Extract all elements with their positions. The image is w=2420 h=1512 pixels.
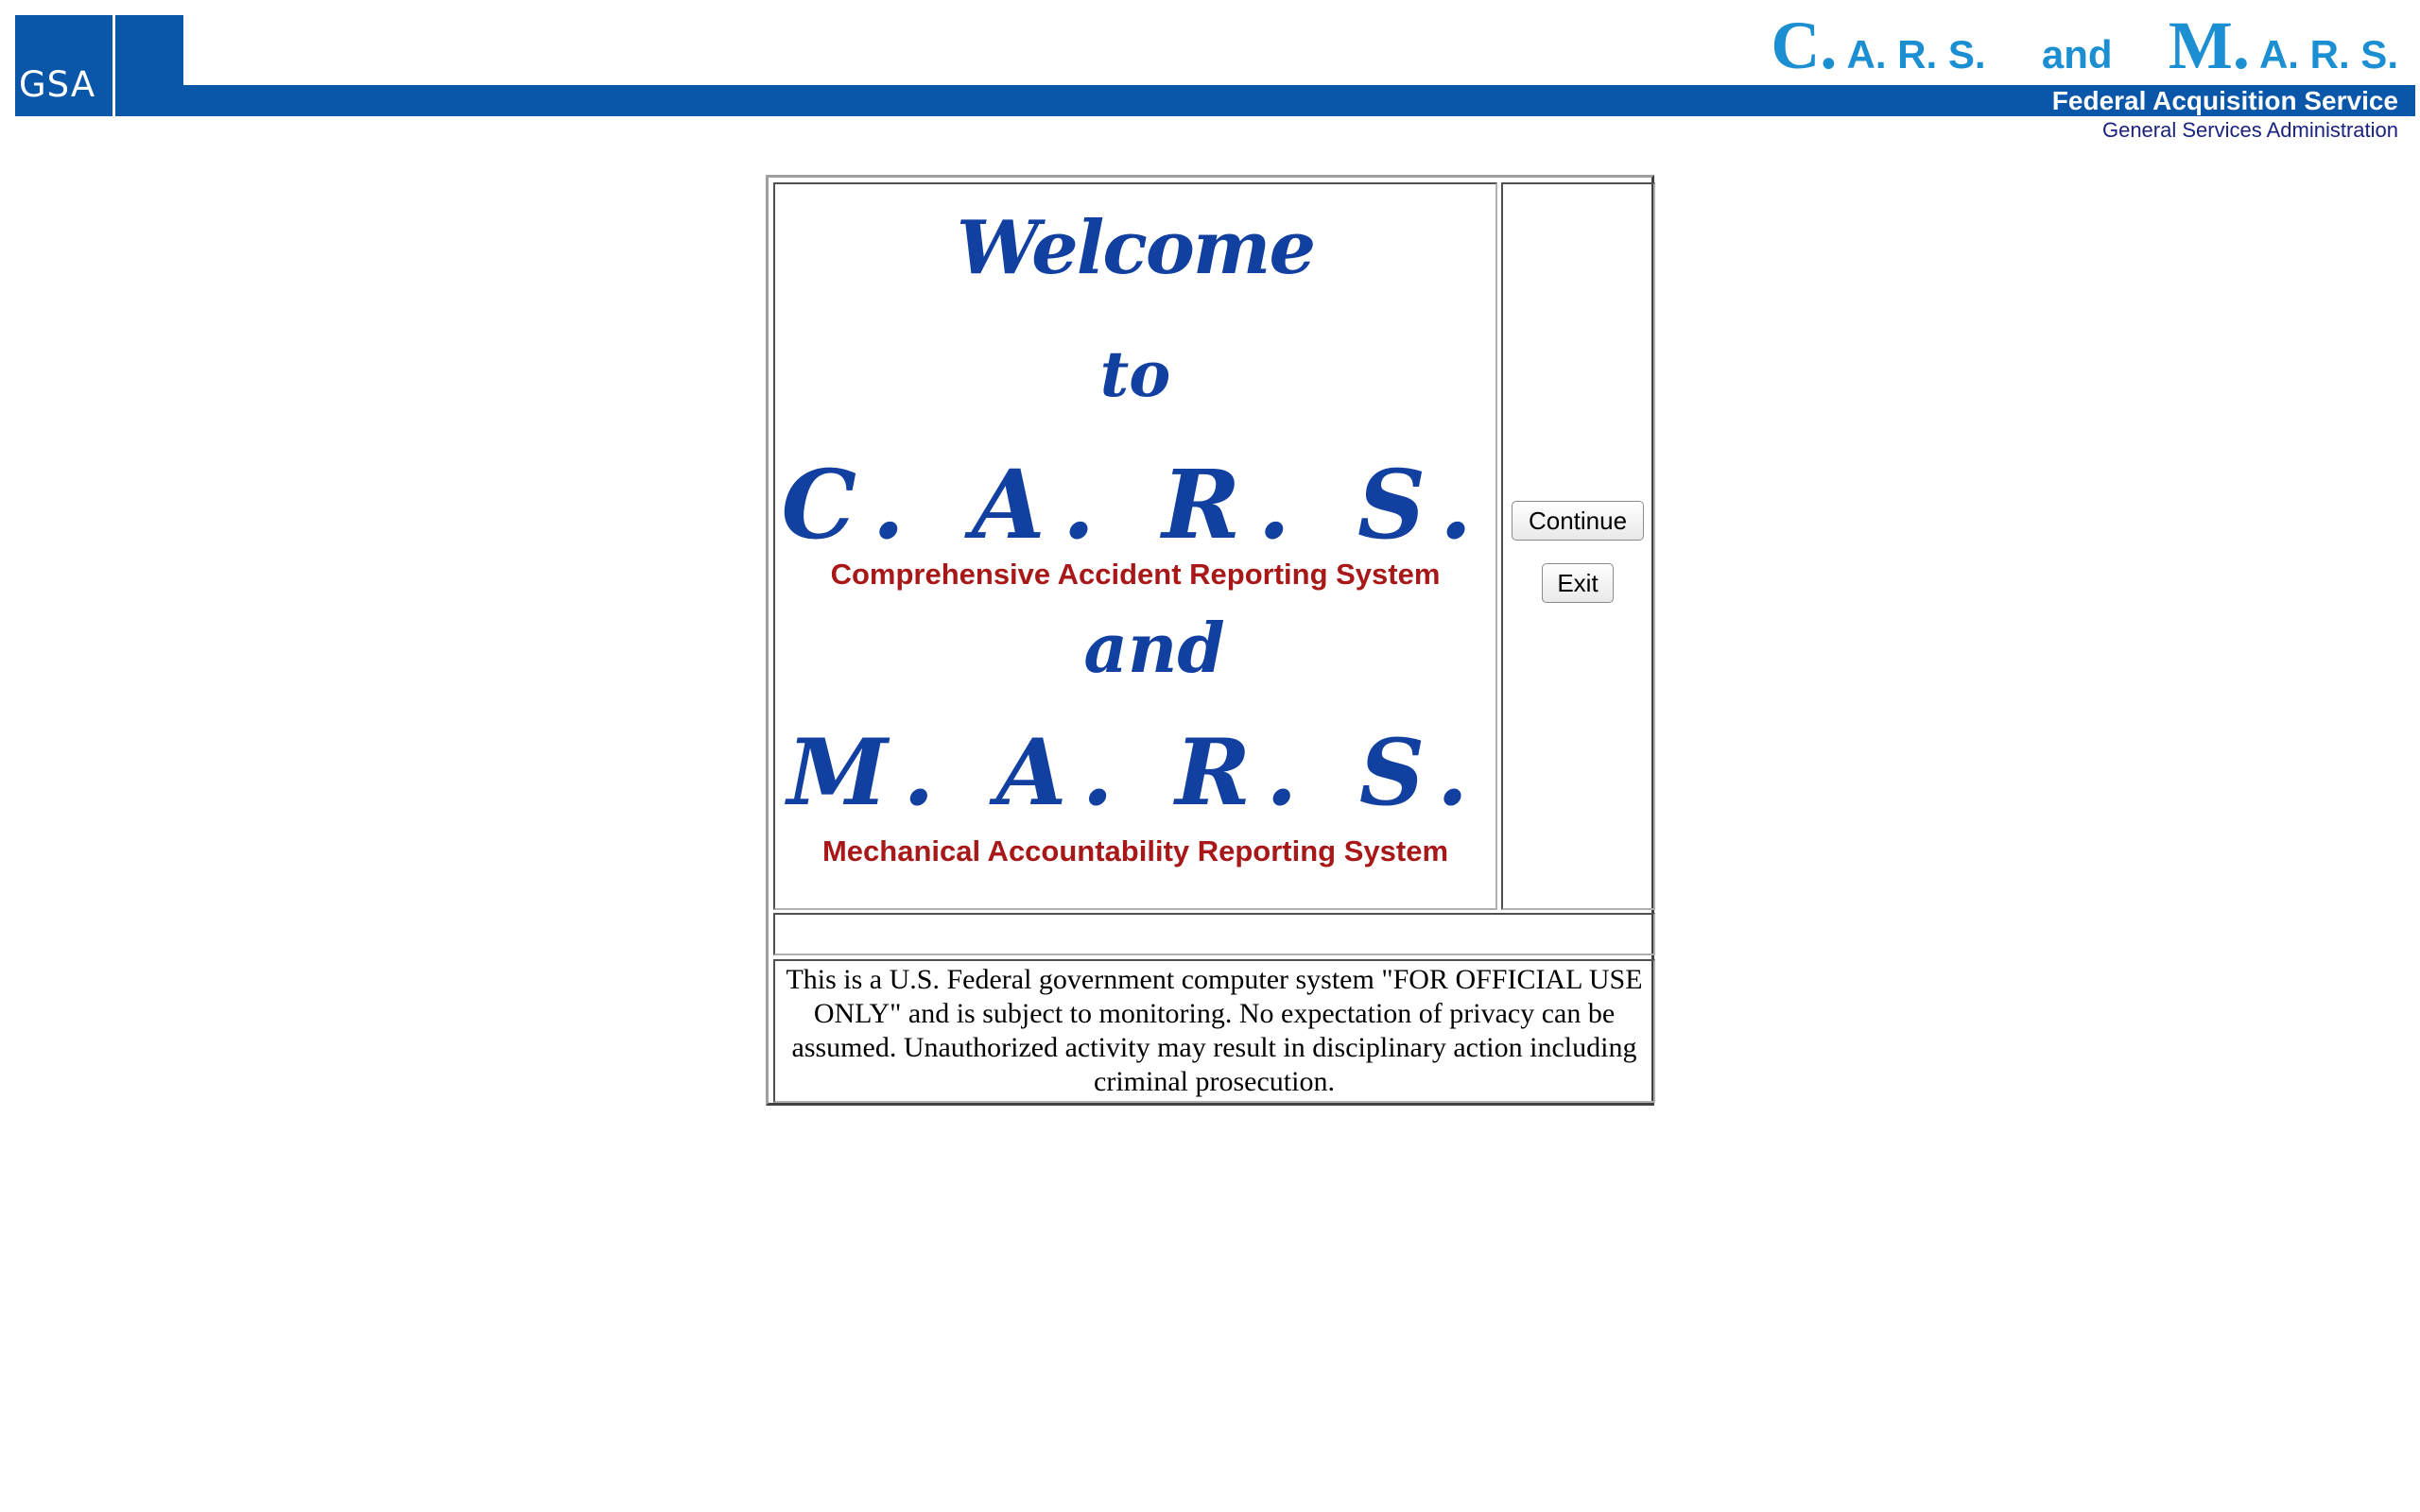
agency-name: Federal Acquisition Service (2051, 86, 2398, 115)
title-m-initial: M. (2168, 8, 2250, 83)
cars-full-name: Comprehensive Accident Reporting System (830, 558, 1441, 591)
agency-subtitle: General Services Administration (2101, 118, 2398, 142)
title-cars-rest: A. R. S. (1846, 32, 1986, 77)
exit-button[interactable]: Exit (1542, 563, 1614, 603)
continue-button[interactable]: Continue (1512, 501, 1644, 541)
welcome-and: and (1083, 608, 1225, 688)
page-header: GSA C. A. R. S. and M. A. R. S. Federal … (15, 11, 2415, 147)
logo-divider (112, 15, 115, 116)
spacer-cell (773, 913, 1655, 955)
title-mars-rest: A. R. S. (2258, 32, 2398, 77)
welcome-heading: Welcome (956, 205, 1316, 291)
welcome-to: to (1099, 337, 1171, 411)
gsa-logo: GSA (15, 15, 183, 116)
notice-cell: This is a U.S. Federal government comput… (773, 959, 1655, 1103)
cars-acronym: C. A. R. S. (781, 449, 1490, 560)
title-c-initial: C. (1771, 8, 1838, 83)
site-title: C. A. R. S. and M. A. R. S. (1771, 11, 2398, 83)
gsa-star-icon (76, 70, 104, 98)
mars-acronym: M. A. R. S. (786, 719, 1484, 826)
welcome-panel: Welcome to C. A. R. S. Comprehensive Acc… (766, 175, 1655, 1106)
button-cell: Continue Exit (1501, 182, 1655, 910)
title-conjunction: and (2041, 32, 2113, 77)
mars-full-name: Mechanical Accountability Reporting Syst… (821, 834, 1449, 868)
welcome-cell: Welcome to C. A. R. S. Comprehensive Acc… (773, 182, 1497, 910)
security-notice: This is a U.S. Federal government comput… (786, 964, 1643, 1097)
